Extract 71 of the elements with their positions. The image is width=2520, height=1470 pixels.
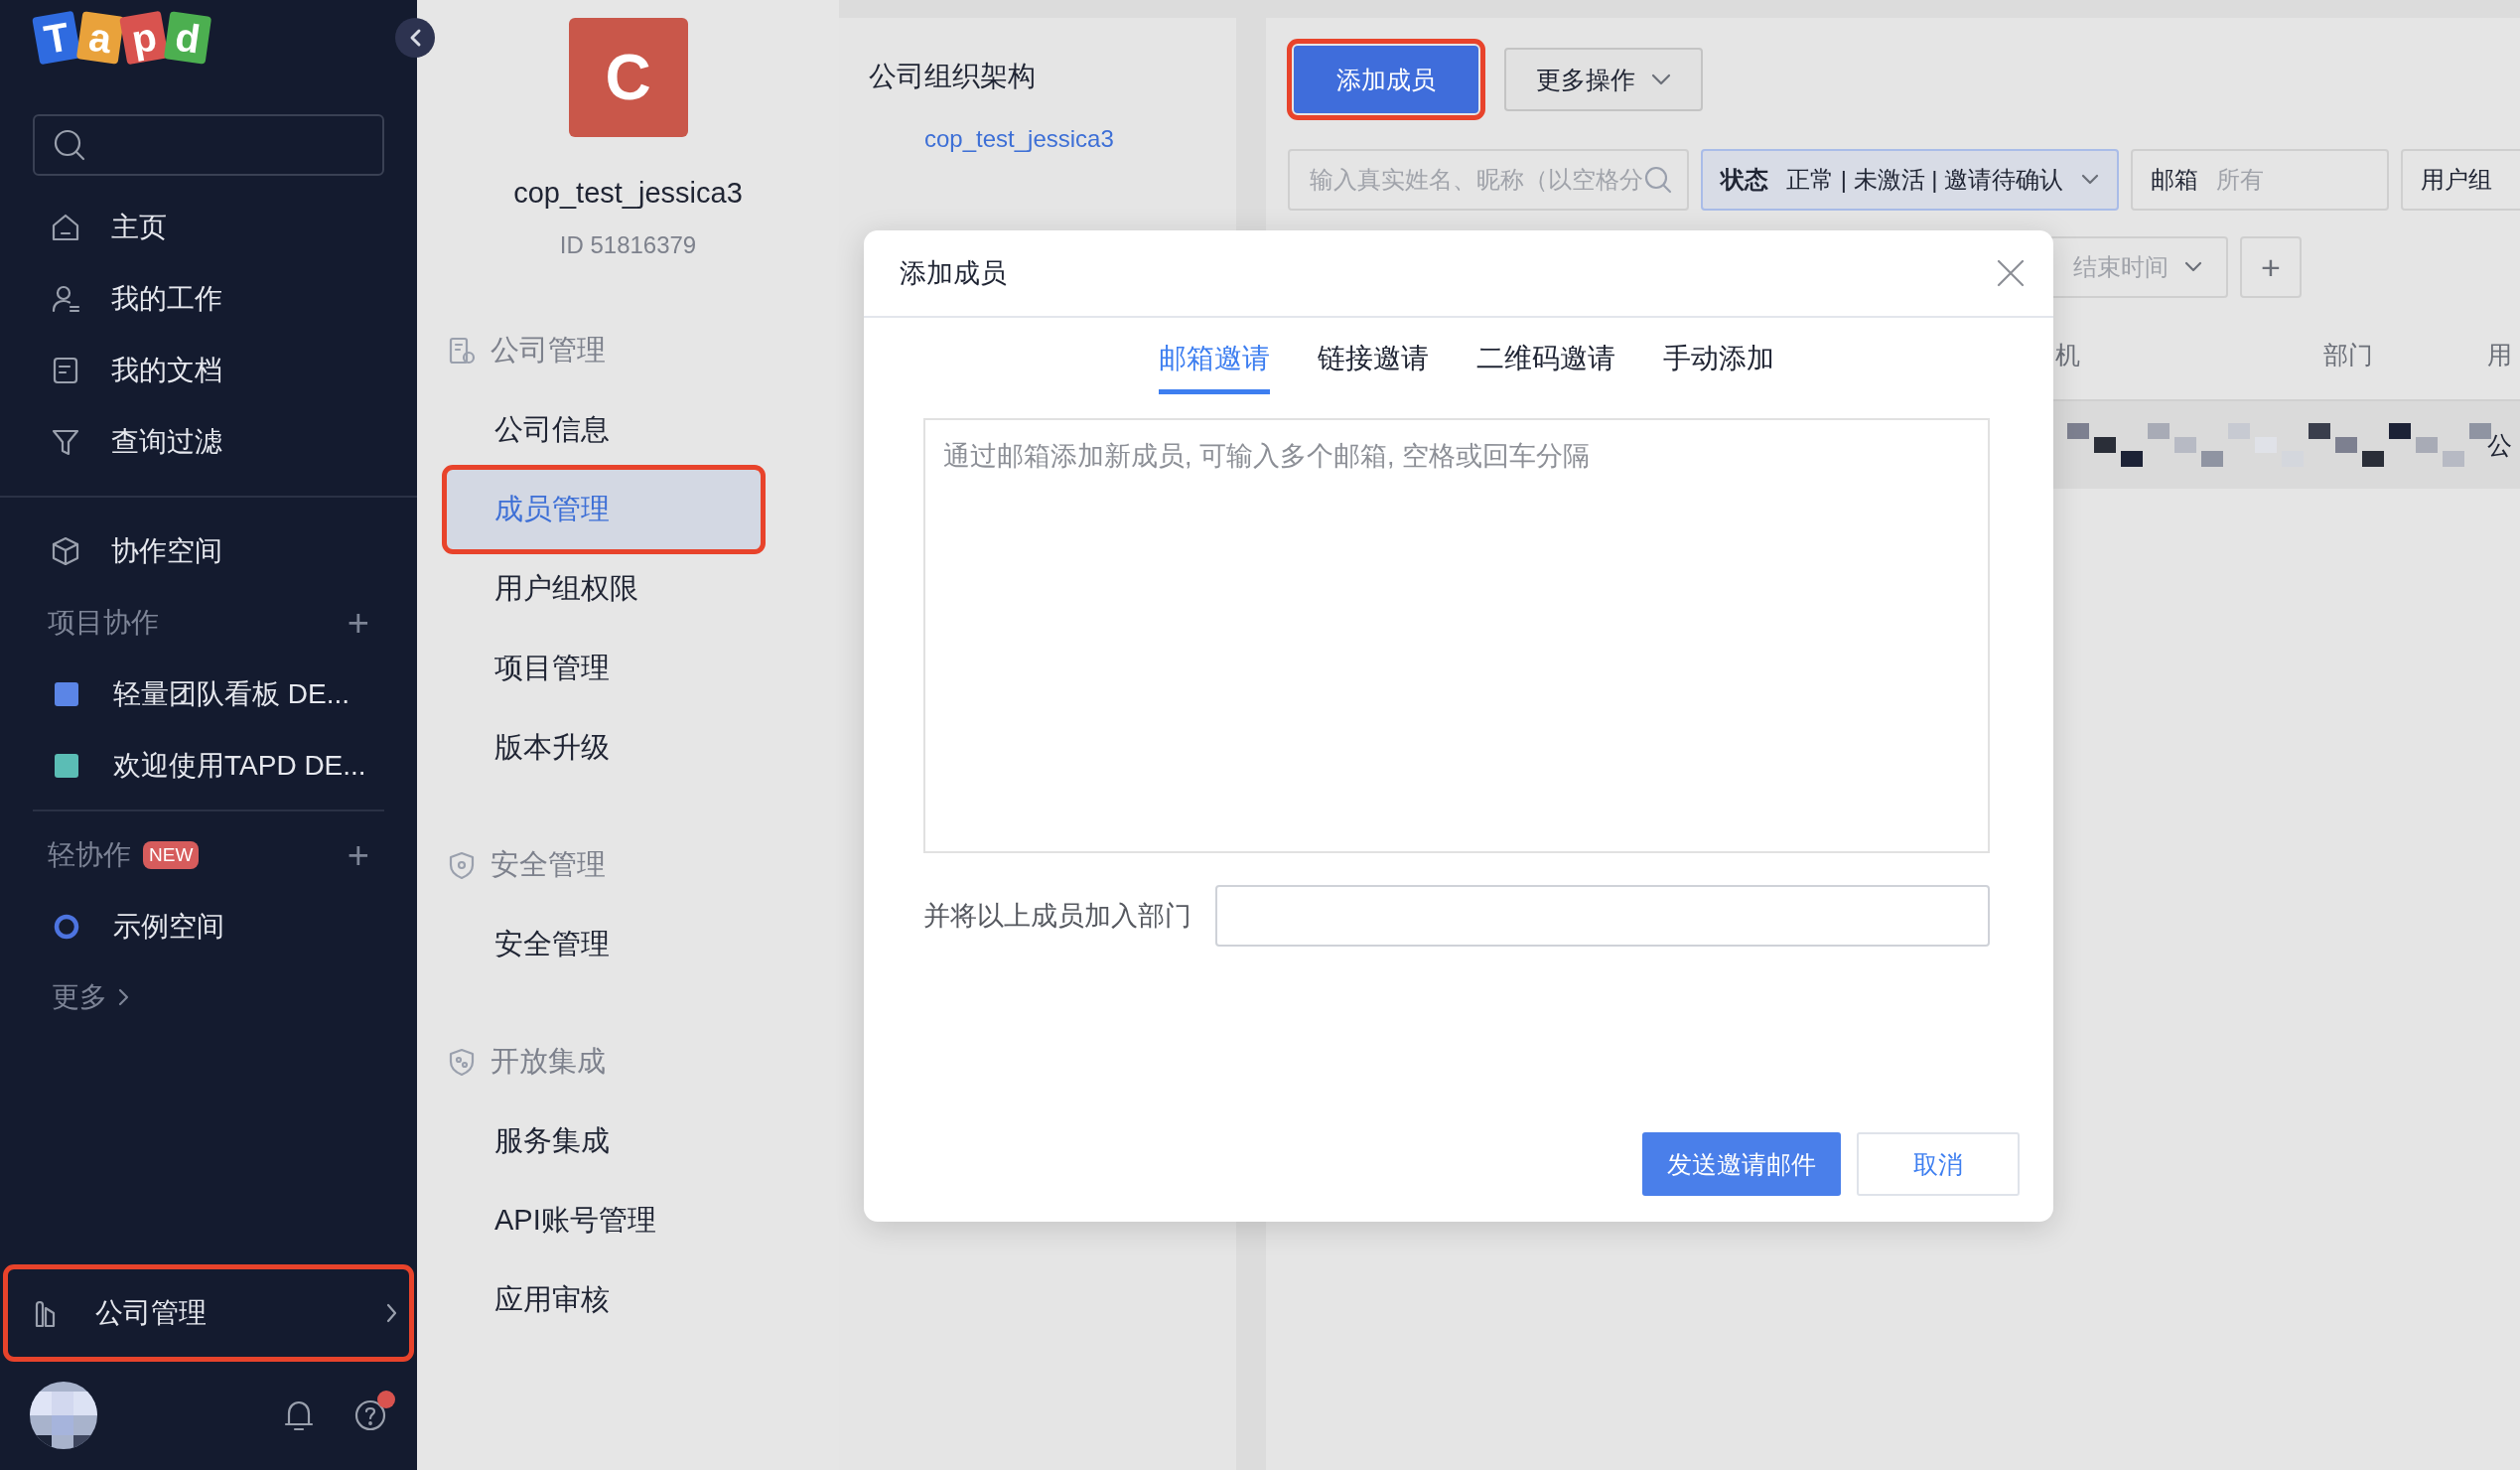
project-item[interactable]: 欢迎使用TAPD DE... — [0, 730, 417, 802]
more-link[interactable]: 更多 — [52, 978, 107, 1016]
search-field[interactable] — [33, 114, 384, 176]
cube-icon — [50, 535, 81, 567]
menu-item[interactable]: API账号管理 — [447, 1181, 763, 1260]
menu-item[interactable]: 应用审核 — [447, 1260, 763, 1340]
company-admin-item[interactable]: 公司管理 — [4, 1265, 413, 1361]
nav-item[interactable]: 主页 — [0, 192, 417, 263]
chevron-right-icon — [385, 1302, 397, 1324]
shield-icon — [447, 1047, 477, 1077]
tree-node-link[interactable]: cop_test_jessica3 — [924, 125, 1114, 153]
tab[interactable]: 二维码邀请 — [1476, 336, 1615, 394]
column-header: 机 — [2055, 339, 2080, 370]
shield-icon — [447, 850, 477, 880]
new-badge: NEW — [143, 841, 200, 869]
tab[interactable]: 邮箱邀请 — [1159, 336, 1270, 394]
field-label: 并将以上成员加入部门 — [923, 900, 1191, 933]
company-name: cop_test_jessica3 — [512, 177, 744, 210]
add-member-button[interactable]: 添加成员 — [1294, 46, 1478, 113]
column-header: 部门 — [2323, 339, 2373, 370]
person-icon — [50, 283, 81, 315]
nav-item[interactable]: 我的工作 — [0, 263, 417, 335]
department-field[interactable] — [1215, 885, 1990, 947]
chevron-left-icon — [408, 28, 422, 48]
filter-dropdown[interactable]: 邮箱 所有 — [2131, 149, 2390, 211]
filter-dropdown[interactable]: 用户组 — [2401, 149, 2520, 211]
collapse-button[interactable] — [395, 18, 435, 58]
menu-item[interactable]: 用户组权限 — [447, 549, 763, 629]
nav-item[interactable]: 我的文档 — [0, 335, 417, 406]
more-actions-button[interactable]: 更多操作 — [1504, 48, 1703, 111]
close-icon — [1996, 258, 2026, 288]
menu-item[interactable]: 公司信息 — [447, 390, 763, 470]
chevron-right-icon — [117, 987, 129, 1007]
section-heading: 开放集成 — [490, 1044, 606, 1079]
nav-item[interactable]: 协作空间 — [0, 515, 417, 587]
table-cell-text: 公 — [2487, 429, 2512, 461]
search-icon — [1643, 165, 1673, 195]
add-filter-button[interactable]: + — [2240, 236, 2302, 298]
section-heading: 公司管理 — [490, 333, 606, 368]
dialog-title: 添加成员 — [900, 257, 1007, 290]
email-input-field[interactable]: 通过邮箱添加新成员, 可输入多个邮箱, 空格或回车分隔 — [923, 418, 1990, 853]
panel-title: 公司组织架构 — [869, 60, 1037, 93]
add-button[interactable]: + — [347, 836, 369, 874]
caret-icon — [2184, 261, 2202, 273]
nav-item[interactable]: 查询过滤 — [0, 406, 417, 478]
send-button[interactable]: 发送邀请邮件 — [1642, 1132, 1841, 1196]
bell-icon — [284, 1398, 314, 1432]
cancel-button[interactable]: 取消 — [1857, 1132, 2020, 1196]
caret-icon — [2081, 174, 2100, 186]
company-id: ID 51816379 — [558, 231, 698, 259]
search-icon — [53, 128, 86, 162]
menu-item[interactable]: 项目管理 — [447, 629, 763, 708]
menu-item[interactable]: 版本升级 — [447, 708, 763, 788]
tab[interactable]: 手动添加 — [1663, 336, 1774, 394]
logo: T a p d — [0, 0, 417, 99]
space-item[interactable]: 示例空间 — [0, 891, 417, 962]
column-header: 用 — [2487, 339, 2512, 370]
company-avatar: C — [568, 18, 688, 137]
menu-item[interactable]: 服务集成 — [447, 1102, 763, 1181]
caret-icon — [1651, 74, 1671, 85]
add-button[interactable]: + — [347, 604, 369, 642]
menu-item[interactable]: 安全管理 — [447, 905, 763, 984]
help-icon — [353, 1398, 387, 1432]
section-heading: 安全管理 — [490, 847, 606, 882]
home-icon — [50, 212, 81, 243]
filter-dropdown[interactable]: 状态 正常 | 未激活 | 邀请待确认 — [1701, 149, 2120, 211]
tab[interactable]: 链接邀请 — [1318, 336, 1429, 394]
project-item[interactable]: 轻量团队看板 DE... — [0, 659, 417, 730]
section-heading: 项目协作 — [48, 606, 159, 640]
close-button[interactable] — [1996, 258, 2026, 288]
section-heading: 轻协作 — [48, 838, 131, 872]
